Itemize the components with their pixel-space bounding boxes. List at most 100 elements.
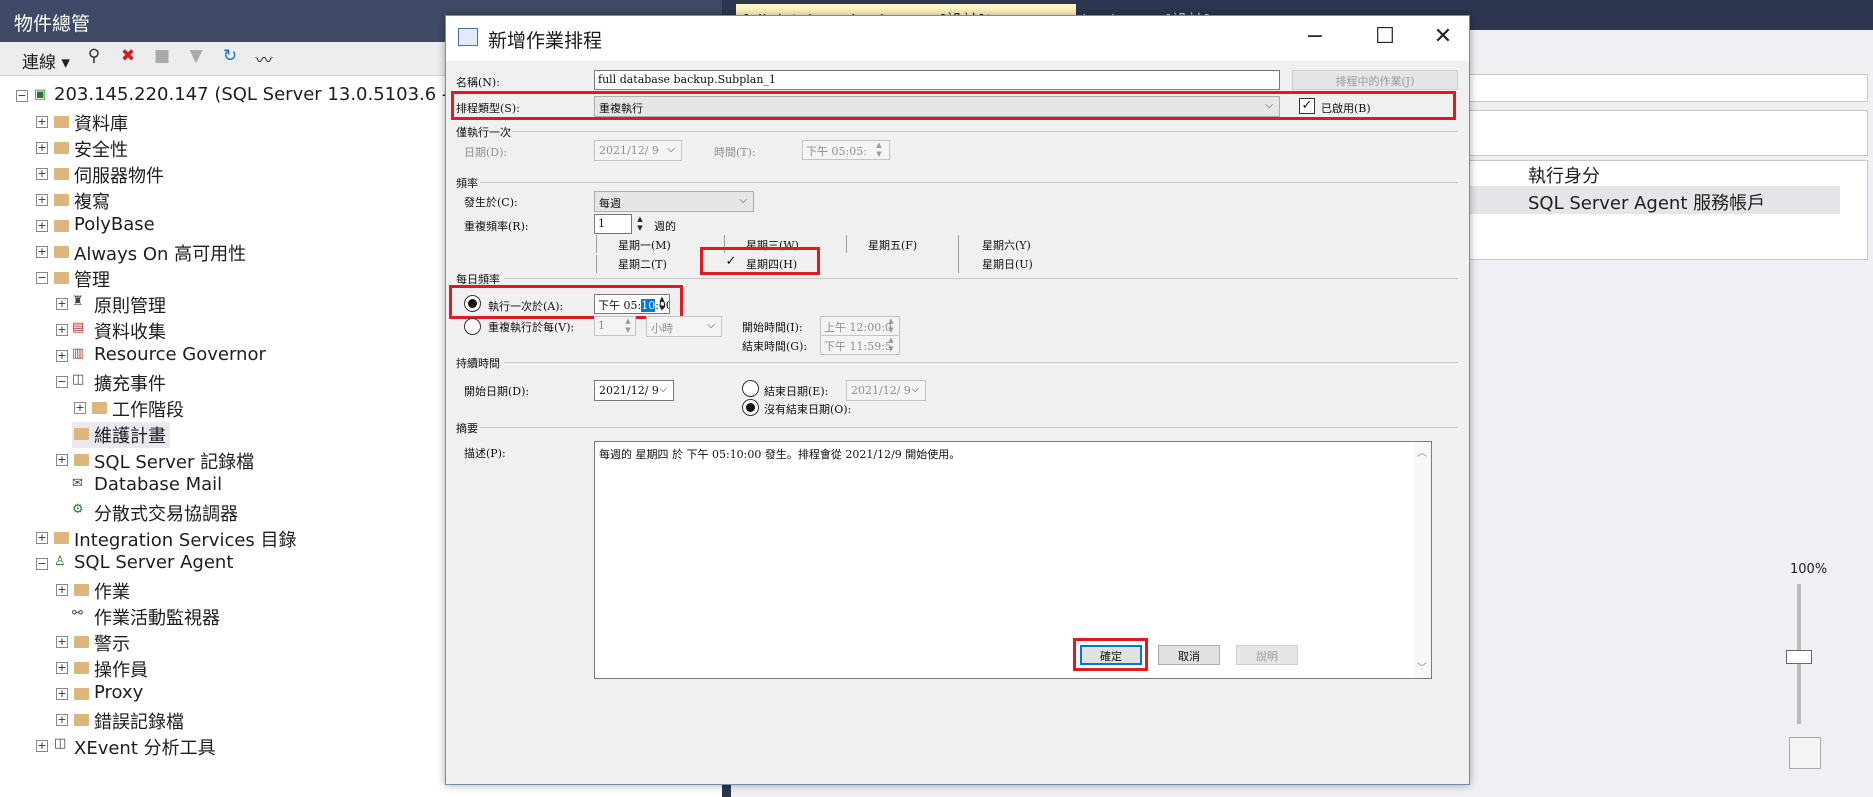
recurs-input[interactable]: 1 [594,214,632,234]
collapse-icon[interactable]: − [16,90,28,102]
designer-textarea[interactable] [1468,110,1868,156]
folder-icon [74,428,89,440]
group-divider [504,278,1458,279]
checkbox-edge [958,235,959,273]
designer-field[interactable] [1468,74,1868,102]
occurs-label: 發生於(C): [464,196,518,209]
folder-icon [54,142,69,154]
recurs-unit-label: 週的 [654,220,676,233]
friday-label[interactable]: 星期五(F) [868,237,917,253]
folder-icon [74,584,89,596]
folder-icon [74,662,89,674]
close-button[interactable]: ✕ [1420,20,1466,54]
start-date-input[interactable]: 2021/12/ 9 ⌵ [594,380,674,401]
zoom-fit-button[interactable] [1789,737,1821,769]
expand-icon[interactable]: + [36,116,48,128]
folder-icon [54,194,69,206]
sunday-label[interactable]: 星期日(U) [982,256,1033,272]
group-divider [512,131,1458,132]
calendar-icon [458,28,478,46]
expand-icon[interactable]: + [56,584,68,596]
spinner-icon[interactable]: ▲ ▼ [872,141,886,159]
highlight-box [700,247,820,275]
highlight-box [449,285,683,319]
zoom-slider-thumb[interactable] [1786,650,1812,664]
monitor-icon: ⚯ [72,606,83,621]
tree-node-maintenance-plans[interactable]: 維護計畫 [72,422,170,448]
activity-monitor-icon[interactable]: 〰 [252,46,276,71]
expand-icon[interactable]: + [74,402,86,414]
spinner-icon[interactable]: ▲ ▼ [621,317,635,335]
expand-icon[interactable]: + [56,714,68,726]
expand-icon[interactable]: + [36,142,48,154]
minimize-button[interactable]: − [1292,20,1338,54]
checkbox-edge [846,235,847,253]
collapse-icon[interactable]: − [56,376,68,388]
scroll-up-icon[interactable]: ︿ [1417,444,1427,459]
expand-icon[interactable]: + [36,220,48,232]
expand-icon[interactable]: + [36,194,48,206]
group-divider [504,362,1458,363]
connect-button[interactable]: 連線 ▾ [22,48,70,73]
expand-icon[interactable]: + [56,350,68,362]
folder-icon [54,116,69,128]
refresh-icon[interactable]: ↻ [218,46,242,70]
mail-icon: ✉ [72,476,83,491]
expand-icon[interactable]: + [56,298,68,310]
expand-icon[interactable]: + [36,246,48,258]
spinner-icon[interactable]: ▲ ▼ [633,215,647,233]
occurs-select[interactable]: 每週 ⌵ [594,191,754,212]
expand-icon[interactable]: + [36,740,48,752]
recurs-every-unit-select[interactable]: 小時 ⌵ [646,316,722,337]
spinner-icon[interactable]: ▲ ▼ [884,317,898,335]
once-date-input[interactable]: 2021/12/ 9 ⌵ [594,140,682,161]
spinner-icon[interactable]: ▲ ▼ [884,336,898,354]
end-date-radio[interactable] [742,380,759,397]
expand-icon[interactable]: + [56,454,68,466]
grid-header-run-as: 執行身分 [1528,166,1600,187]
scroll-down-icon[interactable]: ﹀ [1417,659,1427,674]
recurs-every-radio[interactable] [464,318,481,335]
no-end-date-radio[interactable] [742,399,759,416]
tuesday-label[interactable]: 星期二(T) [618,256,667,272]
dialog-body: 名稱(N): full database backup.Subplan_1 排程… [446,61,1469,784]
connect-icon[interactable]: ⚲ [82,46,106,70]
folder-icon [74,714,89,726]
help-button[interactable]: 說明 [1236,645,1298,665]
folder-icon [74,636,89,648]
folder-icon [54,168,69,180]
expand-icon[interactable]: + [56,636,68,648]
maximize-button[interactable]: ☐ [1362,20,1408,54]
filter-icon[interactable]: ▼ [184,46,208,70]
folder-icon [54,220,69,232]
duration-group-label: 持續時間 [456,357,500,370]
grid-cell-run-as: SQL Server Agent 服務帳戶 [1528,193,1766,214]
summary-group-label: 摘要 [456,422,478,435]
group-divider [480,427,1458,428]
jobs-in-schedule-button[interactable]: 排程中的作業(J) [1292,70,1458,90]
folder-icon [54,272,69,284]
scrollbar[interactable]: ︿ ﹀ [1414,442,1431,678]
collapse-icon[interactable]: − [36,272,48,284]
cancel-button[interactable]: 取消 [1158,645,1220,665]
expand-icon[interactable]: + [56,324,68,336]
dialog-titlebar: 新增作業排程 − ☐ ✕ [446,16,1469,61]
name-label: 名稱(N): [456,76,500,89]
recurs-label: 重複頻率(R): [464,220,529,233]
saturday-label[interactable]: 星期六(Y) [982,237,1031,253]
name-input[interactable]: full database backup.Subplan_1 [594,70,1280,90]
end-date-input[interactable]: 2021/12/ 9 ⌵ [846,380,926,401]
description-textarea[interactable]: 每週的 星期四 於 下午 05:10:00 發生。排程會從 2021/12/9 … [594,441,1432,679]
folder-icon [54,532,69,544]
chevron-down-icon: ⌵ [739,195,747,206]
expand-icon[interactable]: + [56,688,68,700]
expand-icon[interactable]: + [36,532,48,544]
collapse-icon[interactable]: − [36,558,48,570]
expand-icon[interactable]: + [56,662,68,674]
disconnect-icon[interactable]: ✖ [116,46,140,70]
stop-icon[interactable]: ■ [150,46,174,70]
monday-label[interactable]: 星期一(M) [618,237,671,253]
zoom-label: 100% [1790,562,1828,577]
expand-icon[interactable]: + [36,168,48,180]
start-time-label: 開始時間(I): [742,321,803,334]
